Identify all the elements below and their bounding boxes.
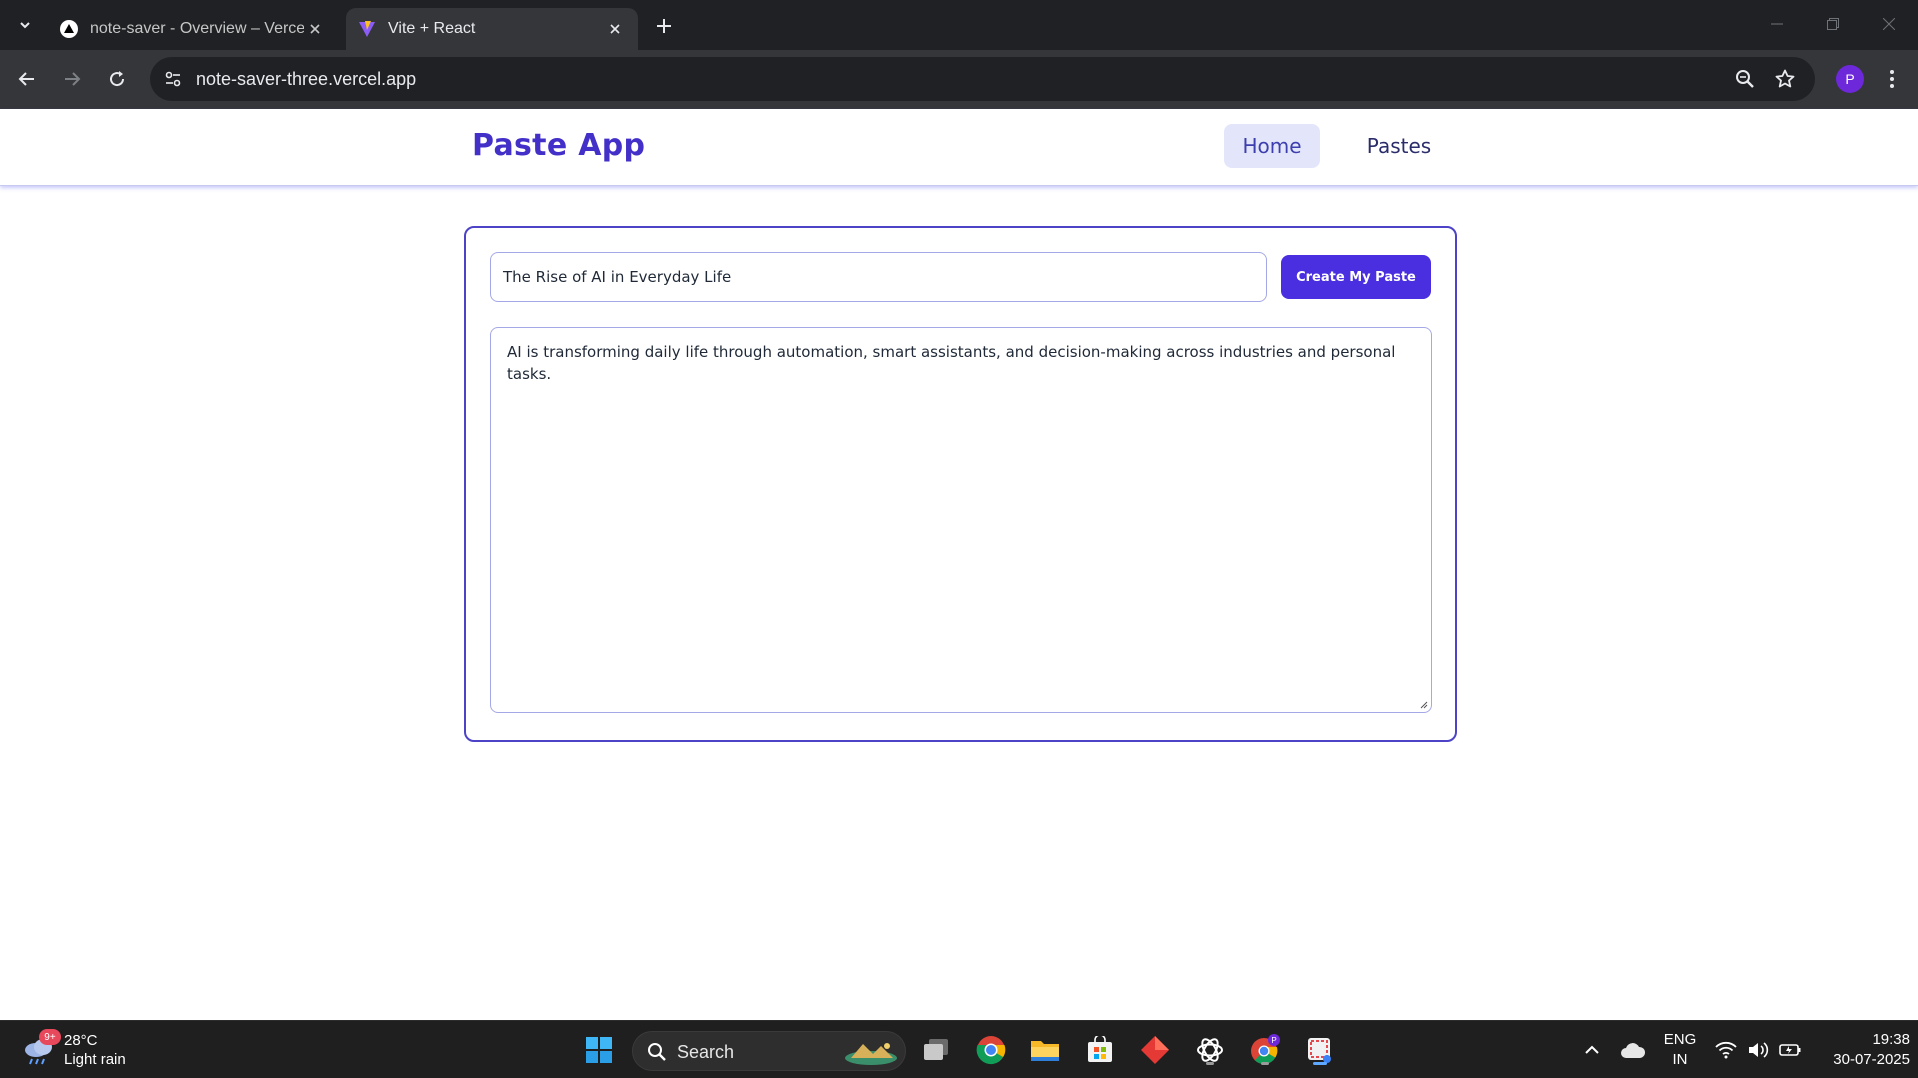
nav-link-pastes[interactable]: Pastes	[1352, 124, 1446, 168]
show-hidden-icons-button[interactable]	[1575, 1033, 1609, 1067]
browser-tab-strip: note-saver - Overview – Vercel Vite + Re…	[0, 0, 1918, 50]
app-navbar: Paste App Home Pastes	[0, 109, 1918, 186]
create-paste-button[interactable]: Create My Paste	[1281, 255, 1431, 299]
paste-content-textarea[interactable]: AI is transforming daily life through au…	[490, 327, 1432, 713]
volume-icon	[1749, 1042, 1769, 1058]
nav-link-home[interactable]: Home	[1224, 124, 1320, 168]
more-vertical-icon	[1890, 70, 1894, 88]
tab-note-saver-vercel[interactable]: note-saver - Overview – Vercel	[48, 8, 338, 50]
chevron-down-icon	[20, 22, 30, 29]
notification-badge: 9+	[39, 1029, 61, 1045]
zoom-button[interactable]	[1731, 65, 1759, 93]
paste-form-card: The Rise of AI in Everyday Life Create M…	[464, 226, 1457, 742]
new-tab-button[interactable]	[650, 12, 678, 40]
tab-title: Vite + React	[388, 20, 476, 37]
running-indicator	[1206, 1062, 1214, 1065]
microsoft-store-icon	[1088, 1036, 1112, 1062]
paste-content-text: AI is transforming daily life through au…	[507, 343, 1396, 383]
search-label: Search	[677, 1042, 735, 1062]
system-status-cluster[interactable]	[1715, 1037, 1801, 1063]
tune-icon	[165, 71, 181, 87]
region-code: IN	[1672, 1051, 1688, 1068]
bookmark-button[interactable]	[1771, 65, 1799, 93]
chatgpt-icon	[1197, 1038, 1223, 1062]
tab-title: note-saver - Overview – Vercel	[90, 20, 304, 37]
task-view-icon	[924, 1039, 948, 1060]
file-explorer-icon	[1031, 1041, 1059, 1061]
taskbar-search-box[interactable]: Search	[632, 1031, 906, 1071]
snipping-tool-icon	[1308, 1038, 1331, 1063]
file-explorer-button[interactable]	[1028, 1033, 1062, 1067]
close-tab-icon[interactable]	[604, 18, 626, 40]
task-view-button[interactable]	[919, 1033, 953, 1067]
app-brand[interactable]: Paste App	[472, 128, 645, 163]
site-info-button[interactable]	[158, 64, 188, 94]
windows-start-icon	[586, 1037, 612, 1063]
chatgpt-button[interactable]	[1193, 1033, 1227, 1067]
reload-icon	[110, 71, 125, 87]
browser-menu-button[interactable]	[1878, 64, 1906, 94]
battery-icon	[1779, 1044, 1801, 1056]
weather-condition: Light rain	[64, 1051, 126, 1068]
paste-title-input[interactable]: The Rise of AI in Everyday Life	[490, 252, 1267, 302]
clock-date: 30-07-2025	[1833, 1051, 1910, 1068]
close-window-button[interactable]	[1866, 8, 1912, 40]
language-code: ENG	[1663, 1031, 1697, 1048]
browser-toolbar: note-saver-three.vercel.app P	[0, 50, 1918, 109]
language-indicator[interactable]: ENG IN	[1660, 1029, 1700, 1073]
chrome-button[interactable]	[974, 1033, 1008, 1067]
clock[interactable]: 19:38 30-07-2025	[1810, 1029, 1910, 1073]
vercel-triangle-icon	[60, 20, 78, 38]
plus-icon	[657, 19, 671, 33]
url-text[interactable]: note-saver-three.vercel.app	[196, 69, 416, 90]
svg-text:P: P	[1271, 1036, 1276, 1045]
clock-time: 19:38	[1872, 1031, 1910, 1048]
vite-icon	[358, 20, 376, 38]
red-diamond-app-button[interactable]	[1138, 1033, 1172, 1067]
onedrive-button[interactable]	[1616, 1033, 1650, 1067]
cloud-icon	[1621, 1043, 1646, 1058]
red-diamond-app-icon	[1141, 1036, 1169, 1064]
snipping-tool-button[interactable]	[1303, 1033, 1337, 1067]
close-icon	[1883, 18, 1895, 30]
wifi-icon	[1715, 1041, 1737, 1059]
tab-vite-react[interactable]: Vite + React	[346, 8, 638, 50]
weather-temperature: 28°C	[64, 1032, 98, 1049]
back-button[interactable]	[10, 62, 44, 96]
star-icon	[1775, 69, 1795, 88]
weather-widget[interactable]: 9+ 28°C Light rain	[22, 1029, 152, 1073]
start-button[interactable]	[582, 1033, 616, 1067]
search-icon	[648, 1043, 666, 1061]
arrow-left-icon	[18, 72, 34, 86]
arrow-right-icon	[65, 72, 81, 86]
running-indicator	[1261, 1062, 1269, 1065]
running-indicator	[1313, 1062, 1327, 1065]
zoom-out-icon	[1736, 70, 1754, 88]
resize-grip-icon[interactable]	[1418, 699, 1428, 709]
tab-search-button[interactable]	[10, 10, 40, 40]
microsoft-store-button[interactable]	[1083, 1033, 1117, 1067]
reload-button[interactable]	[100, 62, 134, 96]
page-content: Paste App Home Pastes The Rise of AI in …	[0, 109, 1918, 1020]
chrome-icon	[976, 1036, 1006, 1065]
close-tab-icon[interactable]	[304, 18, 326, 40]
chrome-profile-button[interactable]: P	[1248, 1033, 1282, 1067]
chevron-up-icon	[1585, 1045, 1599, 1054]
restore-button[interactable]	[1810, 8, 1856, 40]
minimize-button[interactable]	[1754, 8, 1800, 40]
search-highlight-image	[845, 1043, 897, 1065]
profile-avatar[interactable]: P	[1836, 65, 1864, 93]
forward-button[interactable]	[55, 62, 89, 96]
minimize-icon	[1771, 23, 1783, 25]
address-bar[interactable]: note-saver-three.vercel.app	[150, 57, 1815, 101]
taskbar: 9+ 28°C Light rain Search P ENG IN 19:38…	[0, 1020, 1918, 1078]
restore-icon	[1827, 18, 1839, 30]
